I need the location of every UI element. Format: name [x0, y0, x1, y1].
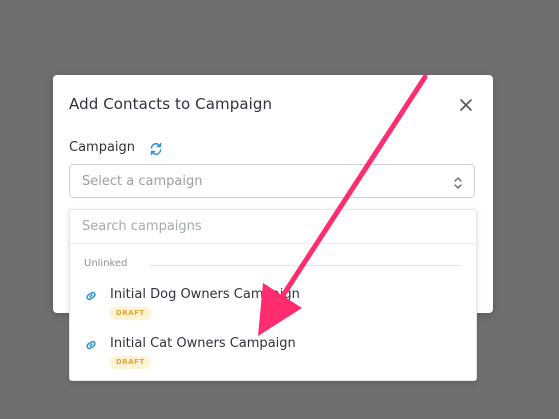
- group-header-unlinked: Unlinked: [84, 258, 462, 272]
- status-badge: DRAFT: [110, 356, 151, 369]
- campaign-dropdown: Unlinked Initial Dog Owners Campaign DRA…: [69, 209, 477, 381]
- option-name: Initial Cat Owners Campaign: [110, 336, 296, 351]
- modal-title: Add Contacts to Campaign: [69, 95, 273, 113]
- select-placeholder: Select a campaign: [82, 174, 203, 189]
- option-cat-owners-campaign[interactable]: Initial Cat Owners Campaign DRAFT: [70, 332, 476, 374]
- close-icon[interactable]: [458, 97, 474, 113]
- chevron-updown-icon: [453, 175, 463, 189]
- status-badge: DRAFT: [110, 307, 151, 320]
- link-icon: [84, 288, 98, 302]
- refresh-icon[interactable]: [149, 141, 163, 155]
- link-icon: [84, 337, 98, 351]
- group-label: Unlinked: [84, 258, 128, 269]
- group-divider: [150, 265, 462, 266]
- campaign-label: Campaign: [69, 140, 136, 155]
- option-name: Initial Dog Owners Campaign: [110, 287, 300, 302]
- option-dog-owners-campaign[interactable]: Initial Dog Owners Campaign DRAFT: [70, 283, 476, 325]
- search-campaigns-input[interactable]: [70, 210, 476, 244]
- campaign-select[interactable]: Select a campaign: [69, 164, 475, 198]
